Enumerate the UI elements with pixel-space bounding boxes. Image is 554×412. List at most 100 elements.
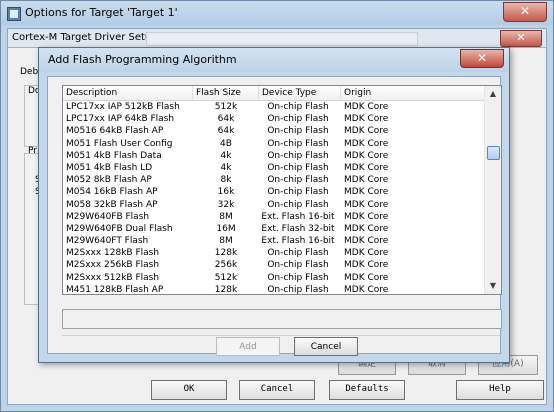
row-origin: MDK Core (344, 175, 389, 186)
table-row[interactable]: M051 4kB Flash Data 4k On-chip Flash MDK Co… (63, 150, 485, 162)
row-description: M2Sxxx 256kB Flash (66, 260, 160, 271)
row-description: M2Sxxx 128kB Flash (66, 248, 160, 259)
row-description: M051 Flash User Config (66, 138, 173, 149)
row-flash-size: 512k (214, 102, 238, 112)
row-flash-size: 64k (217, 126, 235, 137)
row-device-type: On-chip Flash (267, 175, 329, 186)
row-device-type: On-chip Flash (267, 162, 329, 173)
row-description: M0516 64kB Flash AP (66, 126, 164, 137)
options-cancel-button[interactable]: Cancel (239, 380, 315, 400)
row-description: M29W640FB Flash (66, 211, 150, 222)
row-origin: MDK Core (344, 199, 389, 210)
list-rows: LPC17xx IAP 512kB Flash 512k On-chip Flash… (63, 101, 485, 295)
list-vertical-scrollbar[interactable]: ▲ ▼ (484, 86, 501, 294)
options-window-titlebar: Options for Target 'Target 1' ✕ (1, 1, 553, 25)
row-device-type: Ext. Flash 16-bit (261, 211, 335, 222)
row-description: M058 32kB Flash AP (66, 199, 158, 210)
row-flash-size: 256k (214, 260, 238, 271)
table-row[interactable]: M29W640FB Dual Flash 16M Ext. Flash 32-bit… (63, 223, 485, 235)
cortex-setup-title: Cortex-M Target Driver Setup (12, 32, 158, 43)
row-origin: MDK Core (344, 260, 389, 271)
row-origin: MDK Core (344, 236, 389, 247)
table-row[interactable]: M2Sxxx 512kB Flash 512k On-chip Flash MDK C… (63, 272, 485, 284)
row-device-type: On-chip Flash (267, 138, 329, 149)
row-origin: MDK Core (344, 162, 389, 173)
dialog-close-button[interactable]: ✕ (460, 49, 504, 68)
add-button[interactable]: Add (216, 337, 280, 356)
column-header-device-type[interactable]: Device Type (259, 86, 341, 100)
row-description: M054 16kB Flash AP (66, 187, 158, 198)
row-description: M051 4kB Flash Data (66, 150, 162, 161)
row-flash-size: 128k (214, 248, 238, 259)
table-row[interactable]: LPC17xx IAP 64kB Flash 64k On-chip Flash MD… (63, 113, 485, 125)
row-flash-size: 8M (219, 211, 233, 222)
table-row[interactable]: M052 8kB Flash AP 8k On-chip Flash MDK Core (63, 174, 485, 186)
row-origin: MDK Core (344, 126, 389, 137)
dialog-separator (62, 335, 500, 336)
row-device-type: On-chip Flash (267, 284, 329, 295)
table-row[interactable]: LPC17xx IAP 512kB Flash 512k On-chip Flash… (63, 101, 485, 113)
table-row[interactable]: M054 16kB Flash AP 16k On-chip Flash MDK Co… (63, 186, 485, 198)
row-origin: MDK Core (344, 248, 389, 259)
cortex-setup-close-button[interactable]: ✕ (500, 30, 542, 47)
row-description: M2Sxxx 512kB Flash (66, 272, 160, 283)
row-flash-size: 16k (217, 187, 235, 198)
table-row[interactable]: M051 Flash User Config 4B On-chip Flash MDK… (63, 138, 485, 150)
row-description: M052 8kB Flash AP (66, 175, 152, 186)
row-flash-size: 8k (220, 175, 232, 186)
row-flash-size: 512k (214, 272, 238, 283)
column-header-description[interactable]: Description (63, 86, 193, 100)
row-description: LPC17xx IAP 64kB Flash (66, 114, 175, 125)
row-flash-size: 8M (219, 236, 233, 247)
row-device-type: On-chip Flash (267, 248, 329, 259)
column-header-flash-size[interactable]: Flash Size (193, 86, 259, 100)
row-device-type: Ext. Flash 16-bit (261, 236, 335, 247)
row-origin: MDK Core (344, 211, 389, 222)
row-description: M451 128kB Flash AP (66, 284, 164, 295)
row-origin: MDK Core (344, 138, 389, 149)
row-device-type: On-chip Flash (267, 272, 329, 283)
flash-algorithm-list[interactable]: Description Flash Size Device Type Origi… (62, 85, 502, 295)
table-row[interactable]: M29W640FT Flash 8M Ext. Flash 16-bit MDK Co… (63, 235, 485, 247)
table-row[interactable]: M2Sxxx 256kB Flash 256k On-chip Flash MDK C… (63, 259, 485, 271)
table-row[interactable]: M451 128kB Flash AP 128k On-chip Flash MDK … (63, 284, 485, 295)
dialog-title: Add Flash Programming Algorithm (48, 53, 237, 66)
row-origin: MDK Core (344, 114, 389, 125)
table-row[interactable]: M051 4kB Flash LD 4k On-chip Flash MDK Core (63, 162, 485, 174)
row-origin: MDK Core (344, 150, 389, 161)
row-description: M29W640FB Dual Flash (66, 223, 173, 234)
column-header-origin[interactable]: Origin (341, 86, 485, 100)
row-flash-size: 128k (214, 284, 238, 295)
programming-group-label: Pr (28, 146, 37, 156)
row-device-type: Ext. Flash 32-bit (261, 223, 335, 234)
row-description: M29W640FT Flash (66, 236, 149, 247)
row-origin: MDK Core (344, 187, 389, 198)
list-header: Description Flash Size Device Type Origi… (63, 86, 485, 101)
options-defaults-button[interactable]: Defaults (329, 380, 405, 400)
add-flash-algorithm-dialog: Add Flash Programming Algorithm ✕ Descri… (38, 47, 510, 363)
row-origin: MDK Core (344, 272, 389, 283)
options-ok-button[interactable]: OK (151, 380, 227, 400)
cancel-button[interactable]: Cancel (294, 337, 358, 356)
row-flash-size: 4k (220, 162, 232, 173)
scroll-thumb[interactable] (487, 146, 500, 160)
row-origin: MDK Core (344, 102, 389, 112)
options-window-close-button[interactable]: ✕ (503, 2, 547, 22)
row-device-type: On-chip Flash (267, 102, 329, 112)
scroll-up-arrow-icon[interactable]: ▲ (486, 87, 500, 101)
scroll-down-arrow-icon[interactable]: ▼ (486, 279, 500, 293)
row-origin: MDK Core (344, 223, 389, 234)
table-row[interactable]: M058 32kB Flash AP 32k On-chip Flash MDK Co… (63, 199, 485, 211)
options-help-button[interactable]: Help (456, 380, 544, 400)
options-tab-strip[interactable] (146, 32, 418, 46)
table-row[interactable]: M2Sxxx 128kB Flash 128k On-chip Flash MDK C… (63, 247, 485, 259)
row-device-type: On-chip Flash (267, 126, 329, 137)
dialog-titlebar: Add Flash Programming Algorithm ✕ (39, 48, 509, 72)
row-origin: MDK Core (344, 284, 389, 295)
table-row[interactable]: M0516 64kB Flash AP 64k On-chip Flash MDK C… (63, 125, 485, 137)
table-row[interactable]: M29W640FB Flash 8M Ext. Flash 16-bit MDK Co… (63, 211, 485, 223)
row-description: LPC17xx IAP 512kB Flash (66, 102, 180, 112)
algorithm-path-field (62, 309, 502, 329)
dialog-client: Description Flash Size Device Type Origi… (47, 76, 502, 356)
app-window-icon (7, 7, 21, 21)
